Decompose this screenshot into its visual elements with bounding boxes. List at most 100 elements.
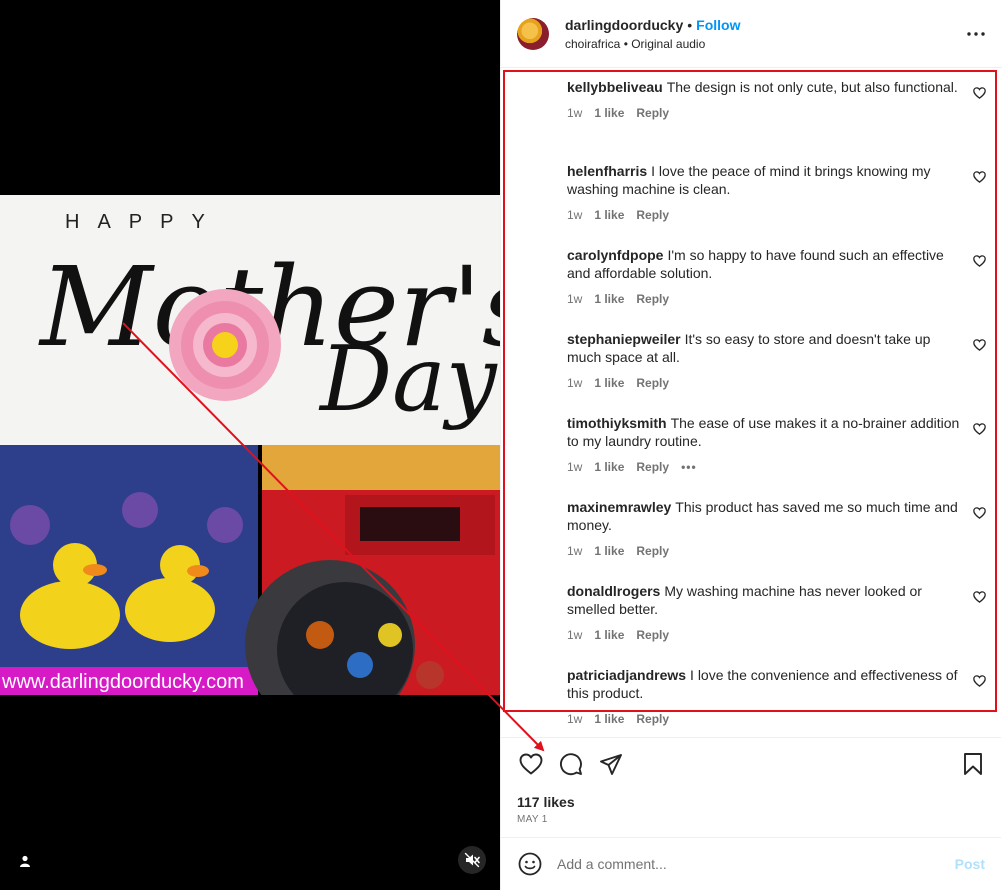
heart-icon [973,171,986,183]
commenter-avatar[interactable] [517,162,549,194]
commenter-avatar[interactable] [517,330,549,362]
comment-item: helenfharris I love the peace of mind it … [501,154,1001,238]
comment-like-button[interactable] [973,674,987,688]
mute-icon [464,852,480,868]
actions-divider [501,737,1001,738]
heart-icon [973,591,986,603]
comment-age[interactable]: 1w [567,374,582,392]
author-username[interactable]: darlingdoorducky [565,17,683,33]
heart-icon [973,255,986,267]
heart-icon [519,753,543,775]
post-header: darlingdoorducky • Follow choirafrica • … [501,0,1002,68]
comment-like-button[interactable] [973,422,987,436]
image-text-url: www.darlingdoorducky.com [1,671,244,693]
comment-like-button[interactable] [973,506,987,520]
like-button[interactable] [517,750,545,778]
follow-button[interactable]: Follow [696,17,740,33]
commenter-avatar[interactable] [517,498,549,530]
comment-like-button[interactable] [973,86,987,100]
more-icon [967,31,985,36]
author-avatar[interactable] [517,17,549,50]
comment-item: patriciadjandrews I love the convenience … [501,658,1001,735]
comment-item: timothiyksmith The ease of use makes it a… [501,406,1001,490]
post-media[interactable]: HAPPY Mother's Day www.darlingdoorducky.… [0,0,500,890]
heart-icon [973,87,986,99]
comment-item: donaldlrogers My washing machine has neve… [501,574,1001,658]
share-icon [600,754,622,775]
commenter-username[interactable]: kellybbeliveau [567,79,663,95]
comment-likes[interactable]: 1 like [594,626,624,644]
user-tag-button[interactable] [14,850,36,872]
emoji-icon [518,852,542,876]
emoji-button[interactable] [517,851,543,877]
image-text-happy: HAPPY [65,211,223,233]
header-separator: • [687,16,693,33]
add-comment-bar: Post [501,837,1001,890]
commenter-username[interactable]: timothiyksmith [567,415,667,431]
commenter-avatar[interactable] [517,582,549,614]
reply-button[interactable]: Reply [636,206,669,224]
commenter-username[interactable]: carolynfdpope [567,247,663,263]
more-options-button[interactable] [964,22,988,46]
save-button[interactable] [959,750,987,778]
reply-button[interactable]: Reply [636,290,669,308]
post-image[interactable]: HAPPY Mother's Day www.darlingdoorducky.… [0,195,500,695]
comment-age[interactable]: 1w [567,542,582,560]
comment-age[interactable]: 1w [567,290,582,308]
reply-button[interactable]: Reply [636,626,669,644]
post-comment-button[interactable]: Post [955,856,985,872]
comment-item: carolynfdpope I'm so happy to have found … [501,238,1001,322]
comment-age[interactable]: 1w [567,206,582,224]
comment-age[interactable]: 1w [567,710,582,728]
comment-options-button[interactable]: ••• [681,458,697,476]
comment-likes[interactable]: 1 like [594,206,624,224]
comment-age[interactable]: 1w [567,626,582,644]
comment-like-button[interactable] [973,590,987,604]
comment-like-button[interactable] [973,170,987,184]
audio-info[interactable]: choirafrica • Original audio [565,37,964,51]
comment-text: The design is not only cute, but also fu… [666,79,958,95]
heart-icon [973,507,986,519]
commenter-username[interactable]: helenfharris [567,163,647,179]
comment-age[interactable]: 1w [567,104,582,122]
reply-button[interactable]: Reply [636,374,669,392]
comment-button[interactable] [557,750,585,778]
commenter-username[interactable]: donaldlrogers [567,583,660,599]
commenter-avatar[interactable] [517,246,549,278]
comment-likes[interactable]: 1 like [594,458,624,476]
commenter-username[interactable]: patriciadjandrews [567,667,686,683]
comment-like-button[interactable] [973,254,987,268]
comment-likes[interactable]: 1 like [594,290,624,308]
mute-button[interactable] [458,846,486,874]
bookmark-icon [964,753,982,775]
comment-item: stephaniepweiler It's so easy to store an… [501,322,1001,406]
share-button[interactable] [597,750,625,778]
likes-count[interactable]: 117 likes [517,794,575,810]
comment-likes[interactable]: 1 like [594,374,624,392]
post-details-panel: darlingdoorducky • Follow choirafrica • … [500,0,1002,890]
reply-button[interactable]: Reply [636,458,669,476]
post-actions [517,750,987,778]
heart-icon [973,423,986,435]
comment-age[interactable]: 1w [567,458,582,476]
comment-input[interactable] [557,856,955,872]
comment-item: maxinemrawley This product has saved me s… [501,490,1001,574]
commenter-username[interactable]: stephaniepweiler [567,331,681,347]
comments-list[interactable]: kellybbeliveau The design is not only cut… [501,70,1001,735]
commenter-avatar[interactable] [517,666,549,698]
comment-likes[interactable]: 1 like [594,542,624,560]
comment-likes[interactable]: 1 like [594,104,624,122]
heart-icon [973,675,986,687]
reply-button[interactable]: Reply [636,104,669,122]
comment-likes[interactable]: 1 like [594,710,624,728]
commenter-username[interactable]: maxinemrawley [567,499,671,515]
image-text-day: Day [318,327,498,432]
commenter-avatar[interactable] [517,78,549,110]
user-tag-icon [20,855,30,867]
post-date[interactable]: MAY 1 [517,814,548,825]
reply-button[interactable]: Reply [636,542,669,560]
comment-icon [560,753,582,776]
commenter-avatar[interactable] [517,414,549,446]
reply-button[interactable]: Reply [636,710,669,728]
comment-like-button[interactable] [973,338,987,352]
